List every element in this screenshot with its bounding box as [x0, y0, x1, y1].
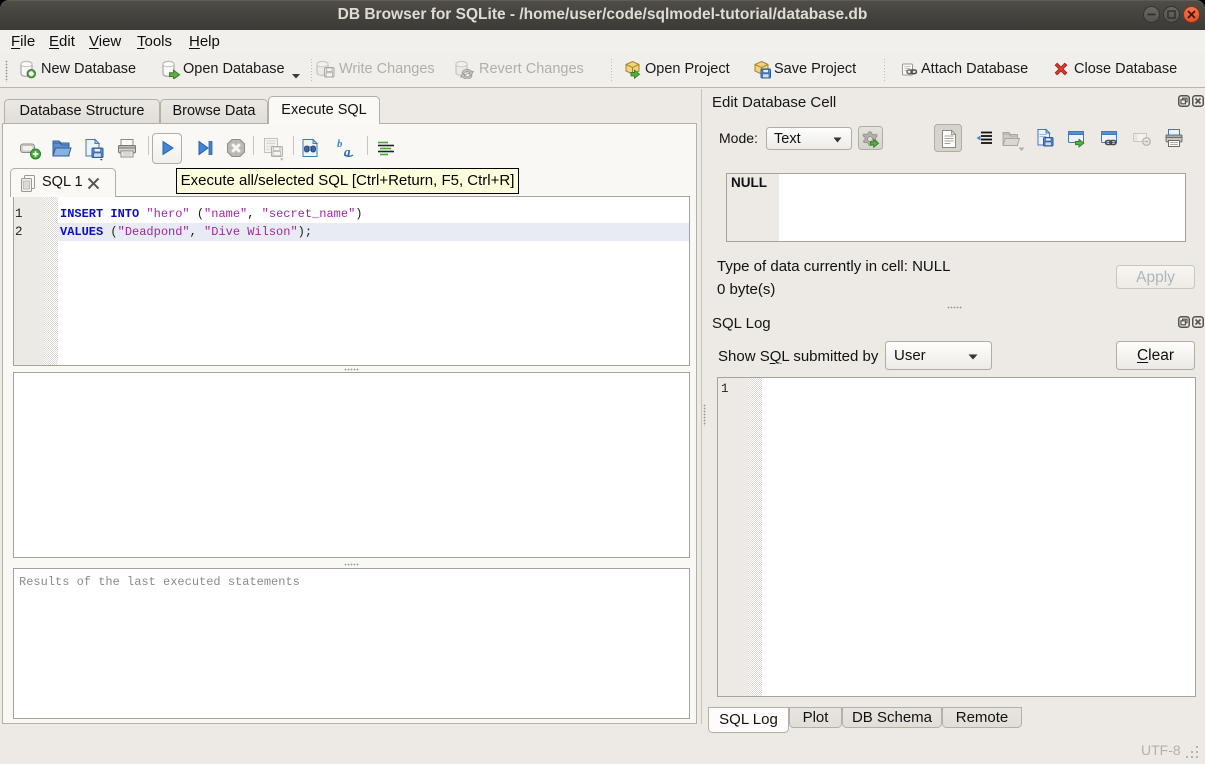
svg-text:b: b	[337, 138, 343, 150]
